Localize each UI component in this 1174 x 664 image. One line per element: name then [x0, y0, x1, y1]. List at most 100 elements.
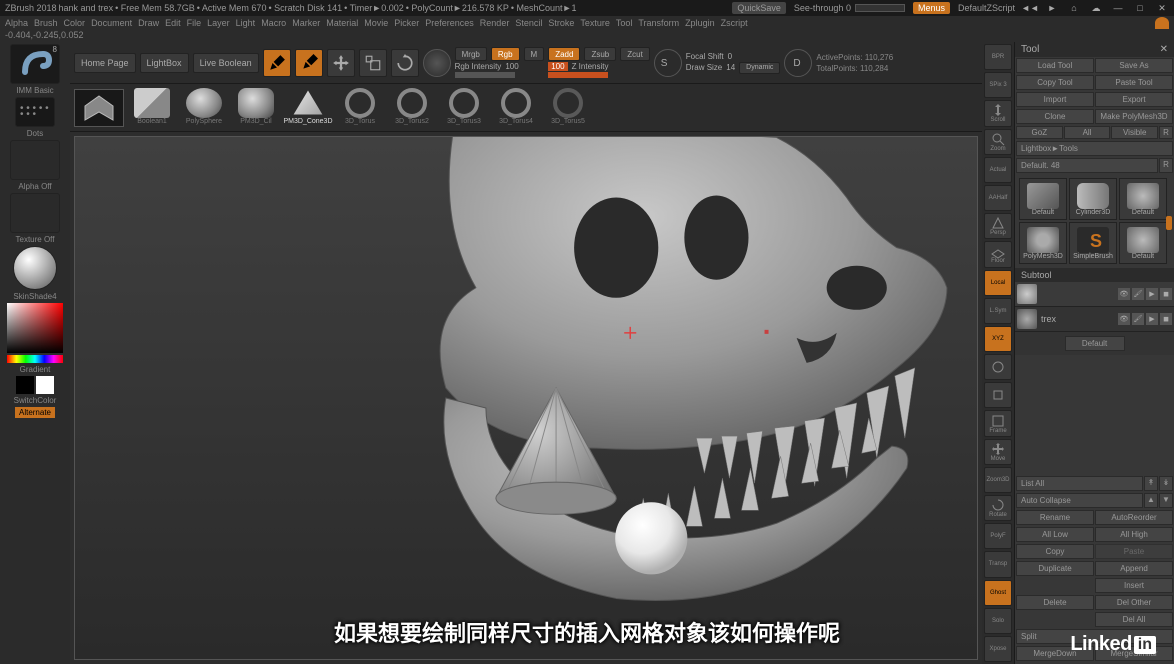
- move-button[interactable]: [327, 49, 355, 77]
- liveboolean-button[interactable]: Live Boolean: [193, 53, 259, 73]
- subtool-default-button[interactable]: Default: [1065, 336, 1125, 351]
- menu-zscript[interactable]: Zscript: [721, 18, 748, 28]
- rgb-button[interactable]: Rgb: [491, 47, 520, 61]
- shelf-item-sphere[interactable]: PolySphere: [180, 88, 228, 128]
- export-button[interactable]: Export: [1095, 92, 1173, 107]
- minimize-icon[interactable]: —: [1111, 1, 1125, 15]
- pin-icon[interactable]: [1155, 17, 1169, 29]
- tool-default3[interactable]: Default: [1119, 222, 1167, 264]
- shelf-item-cylinder[interactable]: PM3D_Cil: [232, 88, 280, 128]
- goz-button[interactable]: GoZ: [1016, 126, 1063, 139]
- viewport[interactable]: [74, 136, 978, 660]
- lightbox-tools-button[interactable]: Lightbox►Tools: [1016, 141, 1173, 156]
- quicksave-button[interactable]: QuickSave: [732, 2, 786, 14]
- menu-color[interactable]: Color: [64, 18, 86, 28]
- default-r-button[interactable]: R: [1159, 158, 1173, 173]
- gyro-control[interactable]: [423, 49, 451, 77]
- cam-button-2[interactable]: [984, 382, 1012, 408]
- listall-button[interactable]: List All: [1016, 476, 1143, 491]
- color-picker[interactable]: [7, 303, 63, 353]
- polyf-button[interactable]: PolyF: [984, 523, 1012, 549]
- close-panel-icon[interactable]: ✕: [1160, 44, 1168, 55]
- zoom3d-button[interactable]: Zoom3D: [984, 467, 1012, 493]
- mrgb-button[interactable]: Mrgb: [455, 47, 487, 61]
- subtool-item[interactable]: 👁 🖌 ▶ ◼: [1015, 282, 1174, 307]
- menu-material[interactable]: Material: [326, 18, 358, 28]
- goz-visible-button[interactable]: Visible: [1111, 126, 1158, 139]
- dynamic-button[interactable]: Dynamic: [739, 62, 780, 74]
- menu-layer[interactable]: Layer: [207, 18, 230, 28]
- duplicate-button[interactable]: Duplicate: [1016, 561, 1094, 576]
- menu-alpha[interactable]: Alpha: [5, 18, 28, 28]
- shelf-item-cube[interactable]: Boolean1: [128, 88, 176, 128]
- color-main[interactable]: [16, 376, 34, 394]
- xpose-button[interactable]: Xpose: [984, 636, 1012, 662]
- frame-button[interactable]: Frame: [984, 410, 1012, 436]
- autoreorder-button[interactable]: AutoReorder: [1095, 510, 1173, 525]
- shelf-item-torus5[interactable]: 3D_Torus5: [544, 88, 592, 128]
- material-thumb[interactable]: [13, 246, 57, 290]
- m-button[interactable]: M: [524, 47, 545, 61]
- copytool-button[interactable]: Copy Tool: [1016, 75, 1094, 90]
- delall-button[interactable]: Del All: [1095, 612, 1173, 627]
- floor-button[interactable]: Floor: [984, 241, 1012, 267]
- tool-polymesh[interactable]: PolyMesh3D: [1019, 222, 1067, 264]
- tool-scroll[interactable]: [1166, 216, 1172, 230]
- saveas-button[interactable]: Save As: [1095, 58, 1173, 73]
- makepolymesh-button[interactable]: Make PolyMesh3D: [1095, 109, 1173, 124]
- subtool-paint-icon[interactable]: 🖌: [1132, 313, 1144, 325]
- menu-edit[interactable]: Edit: [165, 18, 181, 28]
- menu-stencil[interactable]: Stencil: [515, 18, 542, 28]
- scale-button[interactable]: [359, 49, 387, 77]
- move-view-button[interactable]: Move: [984, 439, 1012, 465]
- tool-default[interactable]: Default: [1019, 178, 1067, 220]
- zsub-button[interactable]: Zsub: [584, 47, 616, 61]
- close-icon[interactable]: ✕: [1155, 1, 1169, 15]
- prev-icon[interactable]: ◄◄: [1023, 1, 1037, 15]
- clone-button[interactable]: Clone: [1016, 109, 1094, 124]
- persp-button[interactable]: Persp: [984, 213, 1012, 239]
- menu-tool[interactable]: Tool: [616, 18, 633, 28]
- aahalf-button[interactable]: AAHalf: [984, 185, 1012, 211]
- see-through-slider[interactable]: See-through 0: [794, 3, 905, 13]
- tool-panel-header[interactable]: Tool✕: [1015, 42, 1174, 57]
- subtool-vis-icon[interactable]: 👁: [1118, 313, 1130, 325]
- bpr-button[interactable]: BPR: [984, 44, 1012, 70]
- tool-simplebrush[interactable]: SimpleBrush: [1069, 222, 1117, 264]
- menu-texture[interactable]: Texture: [580, 18, 610, 28]
- tool-default2[interactable]: Default: [1119, 178, 1167, 220]
- texture-thumb[interactable]: [10, 193, 60, 233]
- append-button[interactable]: Append: [1095, 561, 1173, 576]
- rename-button[interactable]: Rename: [1016, 510, 1094, 525]
- edit-button[interactable]: [263, 49, 291, 77]
- up-arrow-button[interactable]: ↟: [1144, 476, 1158, 491]
- menu-marker[interactable]: Marker: [292, 18, 320, 28]
- stroke-thumb[interactable]: [15, 97, 55, 127]
- autocollapse-button[interactable]: Auto Collapse: [1016, 493, 1143, 508]
- subtool-end-icon[interactable]: ◼: [1160, 288, 1172, 300]
- copy-subtool-button[interactable]: Copy: [1016, 544, 1094, 559]
- zscript-label[interactable]: DefaultZScript: [958, 3, 1015, 13]
- alternate-button[interactable]: Alternate: [15, 407, 55, 418]
- shelf-prev[interactable]: [74, 89, 124, 127]
- actual-button[interactable]: Actual: [984, 157, 1012, 183]
- menu-document[interactable]: Document: [91, 18, 132, 28]
- home-icon[interactable]: ⌂: [1067, 1, 1081, 15]
- subtool-start-icon[interactable]: ▶: [1146, 313, 1158, 325]
- alpha-thumb[interactable]: [10, 140, 60, 180]
- color-secondary[interactable]: [36, 376, 54, 394]
- spix-button[interactable]: SPix 3: [984, 72, 1012, 98]
- subtool-paint-icon[interactable]: 🖌: [1132, 288, 1144, 300]
- ghost-button[interactable]: Ghost: [984, 580, 1012, 606]
- draw-button[interactable]: [295, 49, 323, 77]
- pastetool-button[interactable]: Paste Tool: [1095, 75, 1173, 90]
- brush-thumb[interactable]: 8: [10, 44, 60, 84]
- menu-preferences[interactable]: Preferences: [425, 18, 474, 28]
- zadd-button[interactable]: Zadd: [548, 47, 580, 61]
- shelf-item-cone[interactable]: PM3D_Cone3D: [284, 88, 332, 128]
- menu-brush[interactable]: Brush: [34, 18, 58, 28]
- tool-cylinder[interactable]: Cylinder3D: [1069, 178, 1117, 220]
- menu-draw[interactable]: Draw: [138, 18, 159, 28]
- move-up-button[interactable]: ▲: [1144, 493, 1158, 508]
- menu-picker[interactable]: Picker: [394, 18, 419, 28]
